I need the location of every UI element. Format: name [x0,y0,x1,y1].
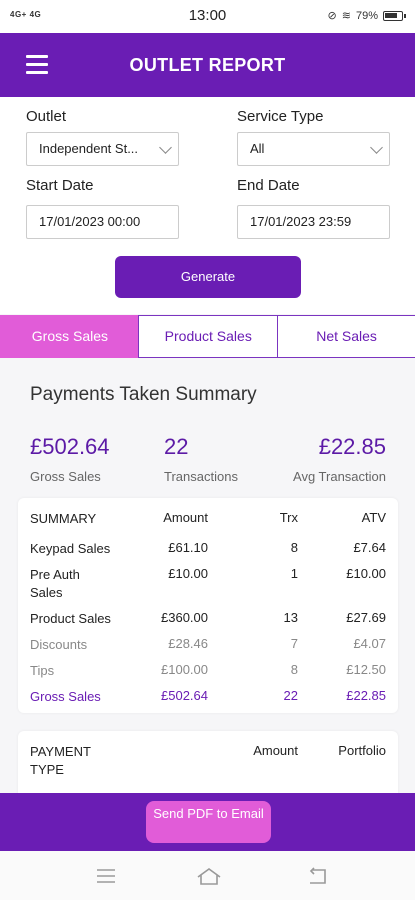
back-icon[interactable] [306,867,328,885]
avg-transaction-value: £22.85 [318,434,386,459]
system-nav-bar [0,851,415,900]
start-date-field[interactable]: 17/01/2023 00:00 [26,205,179,239]
summary-table: SUMMARY Amount Trx ATV Keypad Sales £61.… [18,498,398,713]
home-icon[interactable] [196,867,222,885]
summary-heading: Payments Taken Summary [30,384,257,405]
outlet-label: Outlet [26,108,67,125]
start-date-label: Start Date [26,177,94,194]
send-pdf-button[interactable]: Send PDF to Email [146,801,271,843]
status-bar: 4G+ 4G 13:00 ⊘ ≋ 79% [0,0,415,33]
end-date-label: End Date [237,177,300,194]
gross-sales-label: Gross Sales [30,469,101,484]
battery-percent: 79% [355,9,378,22]
end-date-field[interactable]: 17/01/2023 23:59 [237,205,390,239]
chevron-down-icon [370,141,383,154]
report-filter-form: Outlet Service Type Independent St... Al… [0,97,415,314]
generate-button[interactable]: Generate [115,256,301,298]
app-bar: OUTLET REPORT [0,33,415,97]
recent-apps-icon[interactable] [95,867,117,885]
mute-icon: ⊘ [327,10,337,22]
outlet-select[interactable]: Independent St... [26,132,179,166]
tab-product-sales[interactable]: Product Sales [138,315,279,358]
service-type-label: Service Type [237,108,324,125]
transactions-value: 22 [164,434,189,459]
report-tabs: Gross Sales Product Sales Net Sales [0,315,415,358]
bottom-action-bar: Send PDF to Email [0,793,415,851]
tab-gross-sales[interactable]: Gross Sales [0,315,140,358]
gross-sales-value: £502.64 [30,434,110,459]
battery-icon [383,10,406,21]
avg-transaction-label: Avg Transaction [293,469,386,484]
wifi-icon: ≋ [341,10,351,22]
service-type-select[interactable]: All [237,132,390,166]
transactions-label: Transactions [164,469,238,484]
chevron-down-icon [159,141,172,154]
payment-type-table: PAYMENT TYPE Amount Portfolio [18,731,398,801]
tab-net-sales[interactable]: Net Sales [276,315,415,358]
page-title: OUTLET REPORT [129,55,286,75]
